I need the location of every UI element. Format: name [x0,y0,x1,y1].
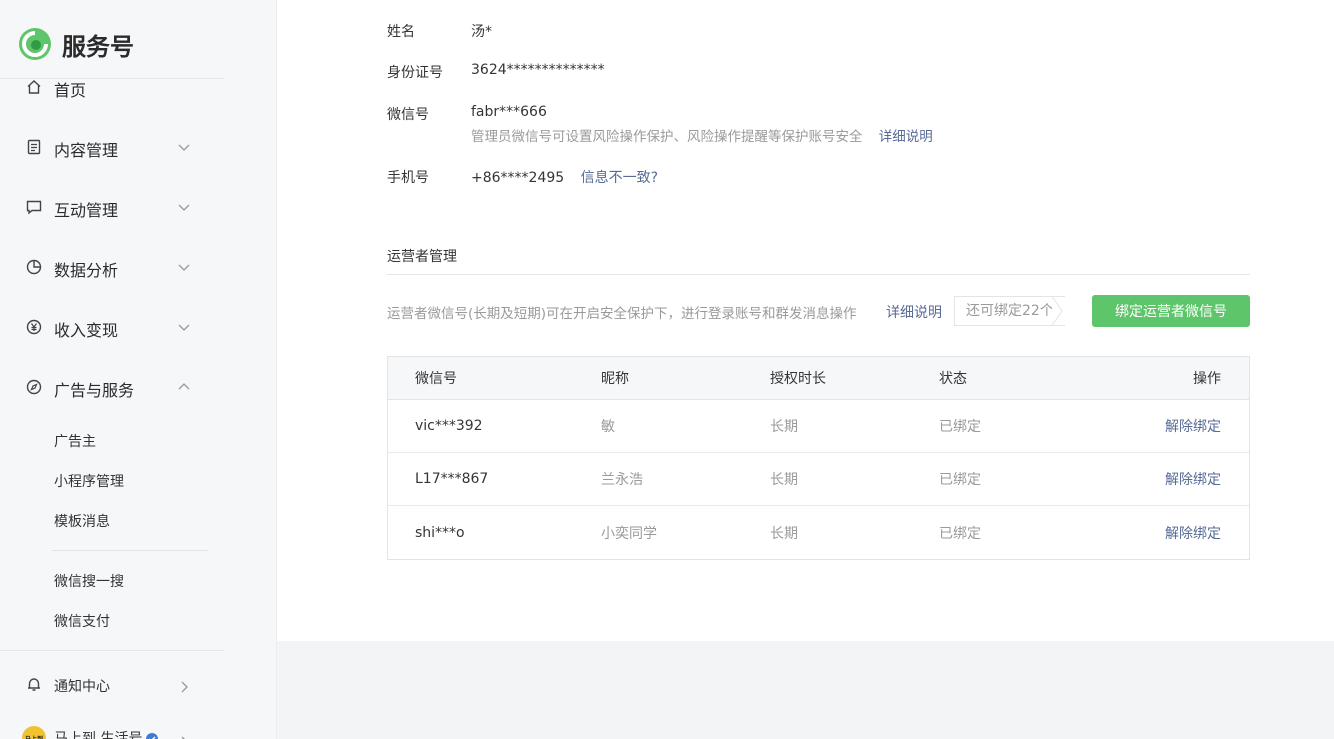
table-row: vic***392 敏 长期 已绑定 解除绑定 [388,400,1249,453]
yen-icon [26,319,42,335]
sidebar: 服务号 首页 内容管理 互动管理 数据分析 收入变现 广告与服务 广告主 小程序… [0,0,277,739]
chevron-right-icon [178,678,190,693]
chevron-down-icon [178,201,190,213]
sidebar-item-content[interactable]: 内容管理 [0,133,224,161]
table-row: L17***867 兰永浩 长期 已绑定 解除绑定 [388,453,1249,506]
column-header-status: 状态 [939,371,967,387]
table-header: 微信号 昵称 授权时长 状态 操作 [388,357,1249,400]
sidebar-subitem-advertiser[interactable]: 广告主 [54,431,96,451]
chevron-down-icon [178,141,190,153]
wechat-service-logo-icon [19,28,51,60]
pie-chart-icon [26,259,42,275]
wechat-detail-link[interactable]: 详细说明 [879,129,933,145]
bind-operator-button[interactable]: 绑定运营者微信号 [1092,295,1250,327]
operators-detail-link[interactable]: 详细说明 [886,302,942,322]
brand[interactable]: 服务号 [18,24,134,64]
sidebar-item-label: 内容管理 [54,141,119,160]
name-value: 汤* [471,24,492,40]
sidebar-subitem-template-message[interactable]: 模板消息 [54,511,110,531]
sidebar-item-label: 收入变现 [54,321,119,340]
cell-nickname: 敏 [601,419,615,435]
sidebar-subitem-wechat-pay[interactable]: 微信支付 [54,611,110,631]
section-divider [387,274,1250,275]
sidebar-item-label: 广告与服务 [54,381,135,400]
badge-arrow-icon [1052,296,1063,326]
cell-status: 已绑定 [939,419,981,435]
unbind-link[interactable]: 解除绑定 [1165,453,1221,505]
cell-wechat: vic***392 [415,418,483,434]
id-value: 3624************** [471,62,605,78]
account-switcher[interactable]: 马上到 马上到 生活号 [0,724,224,739]
sidebar-item-analytics[interactable]: 数据分析 [0,253,224,281]
bell-icon [26,676,42,692]
phone-value: +86****2495 [471,170,565,186]
sidebar-item-label: 互动管理 [54,201,119,220]
document-icon [26,139,42,155]
cell-duration: 长期 [770,525,798,542]
cell-duration: 长期 [770,419,798,435]
cell-duration: 长期 [770,472,798,488]
name-label: 姓名 [387,24,415,40]
column-header-duration: 授权时长 [770,371,826,387]
compass-icon [26,379,42,395]
sidebar-item-ads-services[interactable]: 广告与服务 [0,373,224,401]
cell-wechat: shi***o [415,524,465,541]
operators-section-title: 运营者管理 [387,249,457,265]
wechat-hint-text: 管理员微信号可设置风险操作保护、风险操作提醒等保护账号安全 [471,129,863,145]
brand-name: 服务号 [62,32,134,61]
cell-nickname: 小奕同学 [601,525,657,542]
sidebar-item-label: 首页 [54,81,87,100]
sidebar-bottom-divider [0,650,224,651]
cell-wechat: L17***867 [415,471,489,487]
verified-badge-icon [145,731,159,739]
sidebar-subitem-miniprogram[interactable]: 小程序管理 [54,471,124,491]
chevron-right-icon [178,733,190,739]
wechat-label: 微信号 [387,107,429,123]
sidebar-item-home[interactable]: 首页 [0,73,224,101]
chevron-up-icon [178,381,190,393]
main-content: 姓名 汤* 身份证号 3624************** 微信号 fabr**… [277,0,1334,641]
operators-description: 运营者微信号(长期及短期)可在开启安全保护下，进行登录账号和群发消息操作 [387,306,857,322]
phone-label: 手机号 [387,170,429,186]
avatar: 马上到 [22,726,46,739]
phone-mismatch-link[interactable]: 信息不一致? [581,170,658,186]
sidebar-item-label: 数据分析 [54,261,119,280]
phone-row: +86****2495 信息不一致? [471,167,658,187]
home-icon [26,79,42,95]
notification-label: 通知中心 [54,679,110,695]
wechat-value: fabr***666 [471,104,547,120]
cell-status: 已绑定 [939,472,981,488]
wechat-hint: 管理员微信号可设置风险操作保护、风险操作提醒等保护账号安全 详细说明 [471,125,933,145]
table-row: shi***o 小奕同学 长期 已绑定 解除绑定 [388,506,1249,559]
chevron-down-icon [178,261,190,273]
sidebar-subitem-wechat-search[interactable]: 微信搜一搜 [54,571,124,591]
chat-icon [26,199,42,215]
column-header-nickname: 昵称 [601,371,629,387]
notification-center[interactable]: 通知中心 [0,674,224,696]
remaining-slots-badge: 还可绑定22个 [954,296,1065,326]
unbind-link[interactable]: 解除绑定 [1165,506,1221,559]
submenu-divider [52,550,208,551]
cell-status: 已绑定 [939,525,981,542]
id-label: 身份证号 [387,65,443,81]
sidebar-item-interaction[interactable]: 互动管理 [0,193,224,221]
column-header-wechat: 微信号 [415,371,457,387]
operators-table: 微信号 昵称 授权时长 状态 操作 vic***392 敏 长期 已绑定 解除绑… [387,356,1250,560]
account-name: 马上到 生活号 [54,731,143,739]
column-header-action: 操作 [1193,371,1221,387]
cell-nickname: 兰永浩 [601,472,643,488]
chevron-down-icon [178,321,190,333]
unbind-link[interactable]: 解除绑定 [1165,400,1221,452]
sidebar-item-monetization[interactable]: 收入变现 [0,313,224,341]
